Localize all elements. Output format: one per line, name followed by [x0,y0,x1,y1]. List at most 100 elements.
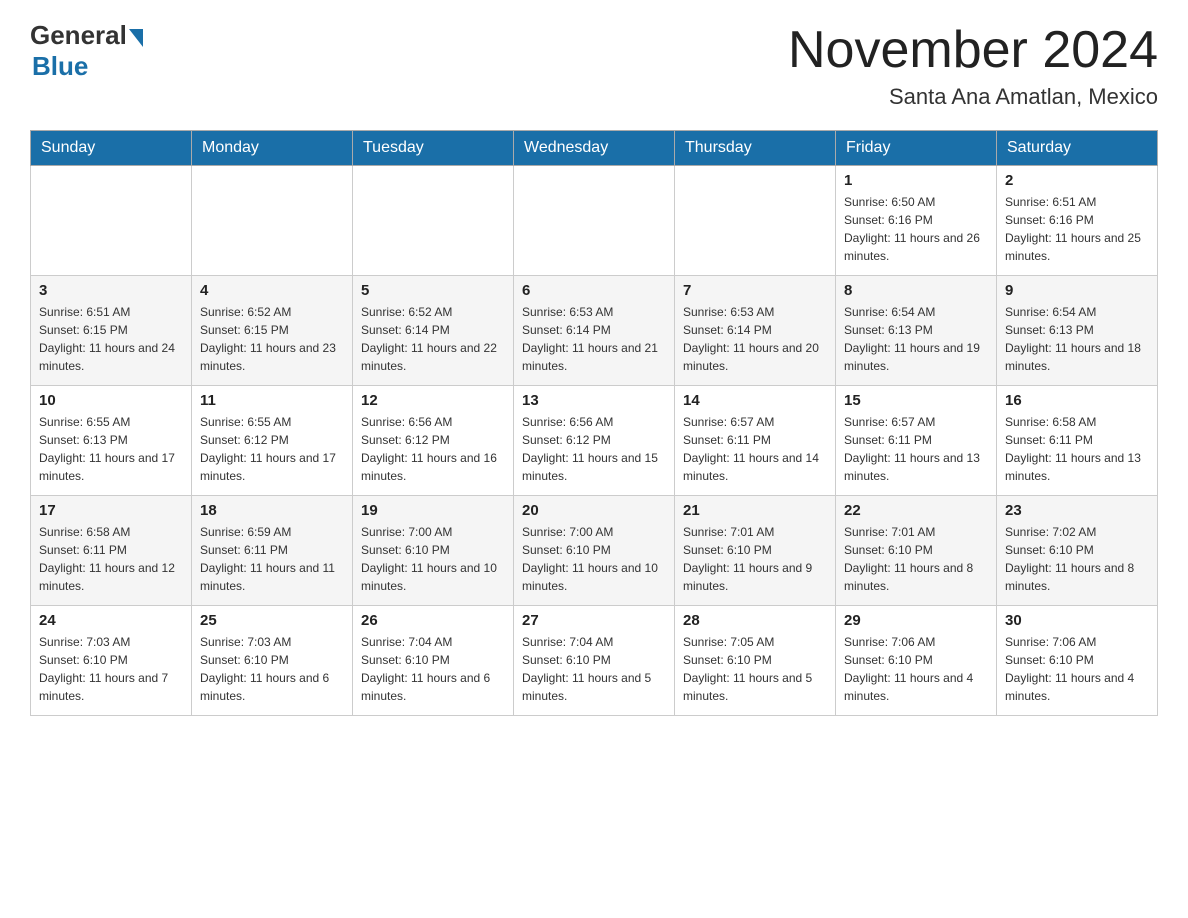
calendar-cell: 19 Sunrise: 7:00 AMSunset: 6:10 PMDayligh… [353,496,514,606]
calendar-cell [192,166,353,276]
weekday-header-row: SundayMondayTuesdayWednesdayThursdayFrid… [31,131,1158,166]
page-header: General Blue November 2024 Santa Ana Ama… [30,20,1158,110]
day-number: 11 [200,392,344,409]
day-info: Sunrise: 6:57 AMSunset: 6:11 PMDaylight:… [844,413,988,485]
day-info: Sunrise: 7:05 AMSunset: 6:10 PMDaylight:… [683,633,827,705]
day-info: Sunrise: 7:00 AMSunset: 6:10 PMDaylight:… [361,523,505,595]
day-number: 21 [683,502,827,519]
calendar-cell: 21Sunrise: 7:01 AMSunset: 6:10 PMDayligh… [675,496,836,606]
logo-blue-text: Blue [32,51,88,82]
calendar-cell: 8 Sunrise: 6:54 AMSunset: 6:13 PMDaylight… [836,276,997,386]
calendar-cell: 23Sunrise: 7:02 AMSunset: 6:10 PMDayligh… [997,496,1158,606]
calendar-cell: 2 Sunrise: 6:51 AMSunset: 6:16 PMDaylight… [997,166,1158,276]
calendar-cell: 12Sunrise: 6:56 AMSunset: 6:12 PMDayligh… [353,386,514,496]
day-info: Sunrise: 7:03 AMSunset: 6:10 PMDaylight:… [39,633,183,705]
calendar-week-2: 3Sunrise: 6:51 AMSunset: 6:15 PMDaylight… [31,276,1158,386]
calendar-week-4: 17Sunrise: 6:58 AMSunset: 6:11 PMDayligh… [31,496,1158,606]
day-info: Sunrise: 7:06 AMSunset: 6:10 PMDaylight:… [1005,633,1149,705]
calendar-cell: 15 Sunrise: 6:57 AMSunset: 6:11 PMDayligh… [836,386,997,496]
day-info: Sunrise: 7:04 AMSunset: 6:10 PMDaylight:… [361,633,505,705]
calendar-cell: 17Sunrise: 6:58 AMSunset: 6:11 PMDayligh… [31,496,192,606]
day-info: Sunrise: 6:57 AMSunset: 6:11 PMDaylight:… [683,413,827,485]
day-number: 5 [361,282,505,299]
day-info: Sunrise: 6:51 AMSunset: 6:16 PMDaylight:… [1005,193,1149,265]
weekday-header-sunday: Sunday [31,131,192,166]
day-number: 10 [39,392,183,409]
day-info: Sunrise: 6:51 AMSunset: 6:15 PMDaylight:… [39,303,183,375]
calendar-cell: 29 Sunrise: 7:06 AMSunset: 6:10 PMDayligh… [836,606,997,716]
day-info: Sunrise: 6:55 AMSunset: 6:12 PMDaylight:… [200,413,344,485]
calendar-week-1: 1Sunrise: 6:50 AMSunset: 6:16 PMDaylight… [31,166,1158,276]
day-number: 30 [1005,612,1149,629]
logo-general-text: General [30,20,127,51]
day-info: Sunrise: 6:52 AMSunset: 6:15 PMDaylight:… [200,303,344,375]
calendar-week-3: 10 Sunrise: 6:55 AMSunset: 6:13 PMDayligh… [31,386,1158,496]
calendar-cell: 4 Sunrise: 6:52 AMSunset: 6:15 PMDaylight… [192,276,353,386]
day-info: Sunrise: 7:06 AMSunset: 6:10 PMDaylight:… [844,633,988,705]
calendar-cell [31,166,192,276]
day-info: Sunrise: 6:53 AMSunset: 6:14 PMDaylight:… [522,303,666,375]
calendar-cell: 5Sunrise: 6:52 AMSunset: 6:14 PMDaylight… [353,276,514,386]
day-number: 8 [844,282,988,299]
day-info: Sunrise: 6:54 AMSunset: 6:13 PMDaylight:… [1005,303,1149,375]
day-number: 28 [683,612,827,629]
logo-arrow-icon [129,29,143,47]
day-info: Sunrise: 6:56 AMSunset: 6:12 PMDaylight:… [361,413,505,485]
calendar-cell: 18 Sunrise: 6:59 AMSunset: 6:11 PMDayligh… [192,496,353,606]
calendar-cell: 24Sunrise: 7:03 AMSunset: 6:10 PMDayligh… [31,606,192,716]
month-title: November 2024 [788,20,1158,80]
day-number: 18 [200,502,344,519]
day-number: 23 [1005,502,1149,519]
day-number: 25 [200,612,344,629]
day-info: Sunrise: 6:55 AMSunset: 6:13 PMDaylight:… [39,413,183,485]
weekday-header-saturday: Saturday [997,131,1158,166]
day-number: 6 [522,282,666,299]
calendar-cell: 26 Sunrise: 7:04 AMSunset: 6:10 PMDayligh… [353,606,514,716]
calendar-cell: 22Sunrise: 7:01 AMSunset: 6:10 PMDayligh… [836,496,997,606]
day-number: 4 [200,282,344,299]
title-area: November 2024 Santa Ana Amatlan, Mexico [788,20,1158,110]
calendar-cell: 27Sunrise: 7:04 AMSunset: 6:10 PMDayligh… [514,606,675,716]
day-number: 29 [844,612,988,629]
calendar-cell: 7Sunrise: 6:53 AMSunset: 6:14 PMDaylight… [675,276,836,386]
day-number: 14 [683,392,827,409]
logo: General Blue [30,20,143,82]
location-title: Santa Ana Amatlan, Mexico [788,84,1158,110]
day-number: 26 [361,612,505,629]
calendar-cell: 3Sunrise: 6:51 AMSunset: 6:15 PMDaylight… [31,276,192,386]
day-number: 15 [844,392,988,409]
calendar-week-5: 24Sunrise: 7:03 AMSunset: 6:10 PMDayligh… [31,606,1158,716]
day-number: 2 [1005,172,1149,189]
calendar-cell: 10 Sunrise: 6:55 AMSunset: 6:13 PMDayligh… [31,386,192,496]
day-info: Sunrise: 6:59 AMSunset: 6:11 PMDaylight:… [200,523,344,595]
calendar-cell: 25 Sunrise: 7:03 AMSunset: 6:10 PMDayligh… [192,606,353,716]
day-number: 27 [522,612,666,629]
day-info: Sunrise: 6:58 AMSunset: 6:11 PMDaylight:… [1005,413,1149,485]
day-info: Sunrise: 7:03 AMSunset: 6:10 PMDaylight:… [200,633,344,705]
day-info: Sunrise: 7:01 AMSunset: 6:10 PMDaylight:… [844,523,988,595]
weekday-header-wednesday: Wednesday [514,131,675,166]
calendar-cell: 14 Sunrise: 6:57 AMSunset: 6:11 PMDayligh… [675,386,836,496]
day-number: 9 [1005,282,1149,299]
calendar-cell: 9 Sunrise: 6:54 AMSunset: 6:13 PMDaylight… [997,276,1158,386]
calendar-cell: 6 Sunrise: 6:53 AMSunset: 6:14 PMDaylight… [514,276,675,386]
day-number: 20 [522,502,666,519]
calendar-table: SundayMondayTuesdayWednesdayThursdayFrid… [30,130,1158,716]
day-number: 13 [522,392,666,409]
calendar-cell [514,166,675,276]
day-info: Sunrise: 6:58 AMSunset: 6:11 PMDaylight:… [39,523,183,595]
weekday-header-monday: Monday [192,131,353,166]
calendar-cell: 20Sunrise: 7:00 AMSunset: 6:10 PMDayligh… [514,496,675,606]
calendar-cell: 16Sunrise: 6:58 AMSunset: 6:11 PMDayligh… [997,386,1158,496]
day-info: Sunrise: 6:50 AMSunset: 6:16 PMDaylight:… [844,193,988,265]
calendar-cell: 11 Sunrise: 6:55 AMSunset: 6:12 PMDayligh… [192,386,353,496]
calendar-cell: 1Sunrise: 6:50 AMSunset: 6:16 PMDaylight… [836,166,997,276]
day-info: Sunrise: 6:56 AMSunset: 6:12 PMDaylight:… [522,413,666,485]
weekday-header-tuesday: Tuesday [353,131,514,166]
weekday-header-friday: Friday [836,131,997,166]
calendar-cell: 13 Sunrise: 6:56 AMSunset: 6:12 PMDayligh… [514,386,675,496]
calendar-cell [675,166,836,276]
day-number: 19 [361,502,505,519]
day-info: Sunrise: 6:54 AMSunset: 6:13 PMDaylight:… [844,303,988,375]
day-info: Sunrise: 6:53 AMSunset: 6:14 PMDaylight:… [683,303,827,375]
